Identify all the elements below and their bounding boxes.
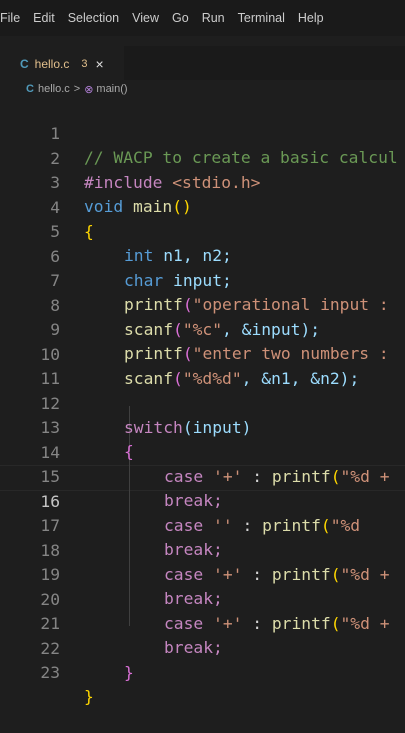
code-line-9: 9 printf("enter two numbers : <box>0 294 405 363</box>
c-file-icon: C <box>26 83 34 95</box>
code-line-12: 12 switch(input) <box>0 368 405 437</box>
tab-bar: C hello.c 3 × <box>0 46 405 81</box>
menu-file[interactable]: File <box>0 11 20 25</box>
code-line-21: 21 break; <box>0 588 405 657</box>
function-symbol-icon: ⊗ <box>84 83 94 96</box>
code-line-16: 16 case '' : printf("%d <box>0 466 405 535</box>
code-line-13: 13 { <box>0 392 405 461</box>
line-number: 23 <box>40 663 60 682</box>
code-line-18: 18 case '+' : printf("%d + <box>0 515 405 584</box>
code-line-10: 10 scanf("%d%d", &n1, &n2); <box>0 319 405 388</box>
code-line-19: 19 break; <box>0 539 405 608</box>
code-line-22: 22 } <box>0 613 405 682</box>
menu-selection[interactable]: Selection <box>68 11 119 25</box>
breadcrumb: C hello.c > ⊗ main() <box>0 80 405 98</box>
menu-terminal[interactable]: Terminal <box>238 11 285 25</box>
code-line-5: 5 int n1, n2; <box>0 196 405 265</box>
code-line-17: 17 break; <box>0 490 405 559</box>
code-line-6: 6 char input; <box>0 221 405 290</box>
brace: } <box>84 687 94 706</box>
breadcrumb-file[interactable]: hello.c <box>38 83 70 95</box>
menu-help[interactable]: Help <box>298 11 324 25</box>
brace: } <box>124 662 134 682</box>
breadcrumb-separator: > <box>73 83 81 95</box>
code-line-7: 7 printf("operational input : <box>0 245 405 314</box>
menu-view[interactable]: View <box>132 11 159 25</box>
tab-hello-c[interactable]: C hello.c 3 × <box>0 46 124 81</box>
code-line-1: 1 // WACP to create a basic calcul <box>0 98 405 167</box>
breadcrumb-symbol[interactable]: main() <box>96 83 127 95</box>
code-line-14: 14 case '+' : printf("%d + <box>0 417 405 486</box>
close-icon[interactable]: × <box>95 56 103 72</box>
code-line-3: 3 void main() <box>0 147 405 216</box>
c-file-icon: C <box>20 57 29 71</box>
menu-go[interactable]: Go <box>172 11 189 25</box>
code-editor[interactable]: 1 // WACP to create a basic calcul 2 #in… <box>0 98 405 706</box>
tab-label: hello.c <box>34 57 70 71</box>
menu-bar: File Edit Selection View Go Run Terminal… <box>0 0 405 36</box>
code-line-4: 4 { <box>0 172 405 241</box>
code-line-20: 20 case '+' : printf("%d + <box>0 564 405 633</box>
code-line-23: 23 } <box>0 637 405 706</box>
menu-edit[interactable]: Edit <box>33 11 55 25</box>
problem-count-badge: 3 <box>81 58 88 70</box>
code-line-11: 11 <box>0 343 405 388</box>
menu-run[interactable]: Run <box>202 11 225 25</box>
code-line-8: 8 scanf("%c", &input); <box>0 270 405 339</box>
code-line-15: 15 break; <box>0 441 405 510</box>
code-line-2: 2 #include <stdio.h> <box>0 123 405 192</box>
